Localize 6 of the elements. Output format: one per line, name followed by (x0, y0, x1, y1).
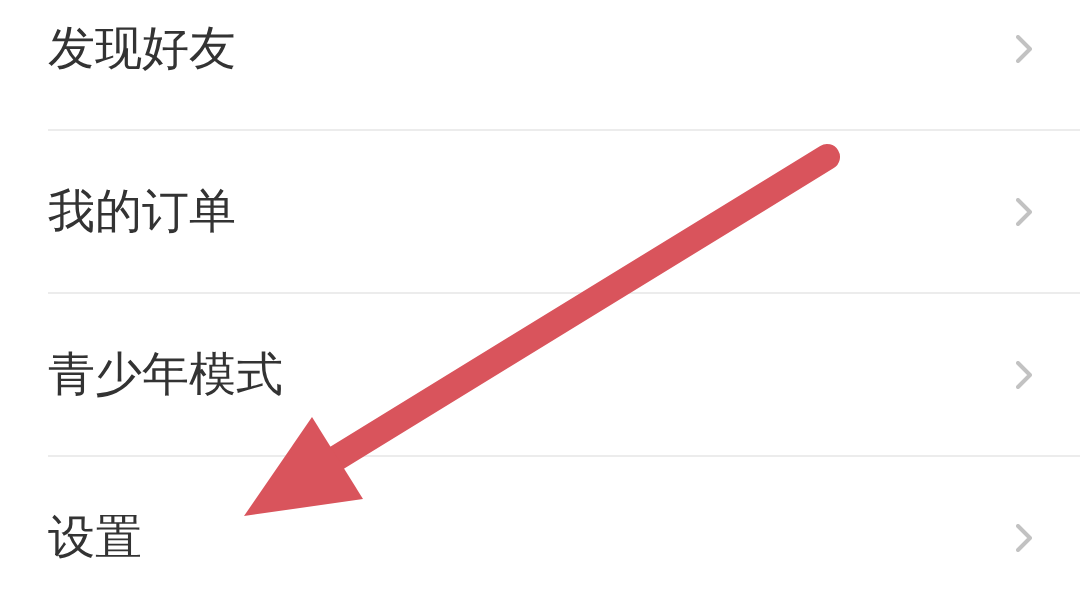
menu-item[interactable]: 我的订单 (48, 131, 1080, 294)
chevron-right-icon (1016, 360, 1032, 389)
menu-item[interactable]: 发现好友 (48, 0, 1080, 131)
chevron-right-icon (1016, 34, 1032, 63)
chevron-right-icon (1016, 523, 1032, 552)
chevron-right-icon (1016, 197, 1032, 226)
